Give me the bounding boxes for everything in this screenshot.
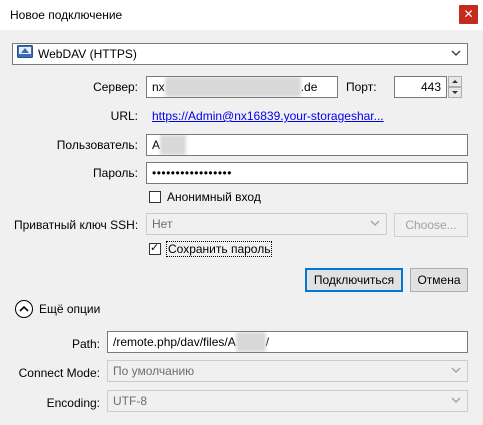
anonymous-label: Анонимный вход — [167, 190, 261, 204]
connect-mode-select[interactable]: По умолчанию — [107, 360, 468, 382]
path-value-redacted — [235, 332, 266, 352]
ssh-key-select[interactable]: Нет — [146, 213, 387, 235]
url-label: URL: — [110, 109, 138, 123]
connect-mode-value: По умолчанию — [113, 364, 195, 378]
chevron-down-icon — [451, 397, 461, 403]
password-value: ••••••••••••••••• — [152, 166, 232, 180]
protocol-value: WebDAV (HTTPS) — [38, 47, 137, 61]
url-link[interactable]: https://Admin@nx16839.your-storageshar..… — [152, 109, 384, 123]
chevron-down-icon — [370, 220, 380, 226]
chevron-down-icon — [451, 367, 461, 373]
new-connection-dialog: Новое подключение ✕ WebDAV (HTTPS) Серве… — [0, 0, 483, 425]
path-value-suffix: / — [265, 335, 270, 349]
ssh-label: Приватный ключ SSH: — [14, 218, 139, 232]
port-value: 443 — [420, 80, 441, 94]
spin-up-icon — [452, 80, 458, 83]
server-value-prefix: nx — [152, 80, 165, 94]
path-value-prefix: /remote.php/dav/files/A — [113, 335, 236, 349]
password-input[interactable]: ••••••••••••••••• — [146, 162, 468, 184]
user-input[interactable]: A — [146, 134, 468, 156]
path-label: Path: — [71, 337, 100, 351]
encoding-label: Encoding: — [46, 396, 100, 410]
checkmark-icon: ✓ — [150, 241, 160, 254]
more-options-label: Ещё опции — [39, 302, 101, 316]
port-label: Порт: — [346, 80, 377, 94]
user-value-prefix: A — [152, 138, 161, 152]
more-options-toggle[interactable] — [15, 300, 33, 318]
port-input[interactable]: 443 — [394, 76, 447, 98]
protocol-select[interactable]: WebDAV (HTTPS) — [12, 43, 468, 65]
port-spin-down[interactable] — [448, 87, 462, 98]
server-value-redacted — [164, 77, 301, 97]
choose-key-button[interactable]: Choose... — [394, 213, 468, 237]
spin-down-icon — [452, 91, 458, 94]
webdav-icon — [17, 44, 33, 64]
connect-button[interactable]: Подключиться — [305, 268, 403, 292]
port-spin-up[interactable] — [448, 76, 462, 87]
ssh-key-value: Нет — [152, 217, 173, 231]
cancel-button[interactable]: Отмена — [410, 268, 468, 292]
chevron-up-icon — [19, 305, 29, 312]
anonymous-checkbox[interactable] — [149, 191, 161, 203]
path-input[interactable]: /remote.php/dav/files/A / — [107, 331, 468, 353]
server-input[interactable]: nx .de — [146, 76, 338, 98]
save-password-label: Сохранить пароль — [165, 241, 273, 257]
encoding-select[interactable]: UTF-8 — [107, 390, 468, 412]
save-password-checkbox[interactable]: ✓ — [149, 241, 161, 255]
window-title: Новое подключение — [10, 8, 123, 22]
server-label: Сервер: — [93, 80, 138, 94]
connect-mode-label: Connect Mode: — [18, 366, 100, 380]
close-button[interactable]: ✕ — [459, 5, 478, 24]
user-value-redacted — [160, 135, 187, 155]
chevron-down-icon — [451, 50, 461, 56]
dialog-content: WebDAV (HTTPS) Сервер: nx .de Порт: 443 … — [0, 30, 483, 425]
title-bar: Новое подключение ✕ — [0, 0, 483, 30]
close-icon: ✕ — [463, 7, 474, 21]
server-value-suffix: .de — [300, 80, 318, 94]
encoding-value: UTF-8 — [113, 394, 147, 408]
password-label: Пароль: — [93, 166, 138, 180]
user-label: Пользователь: — [56, 138, 138, 152]
